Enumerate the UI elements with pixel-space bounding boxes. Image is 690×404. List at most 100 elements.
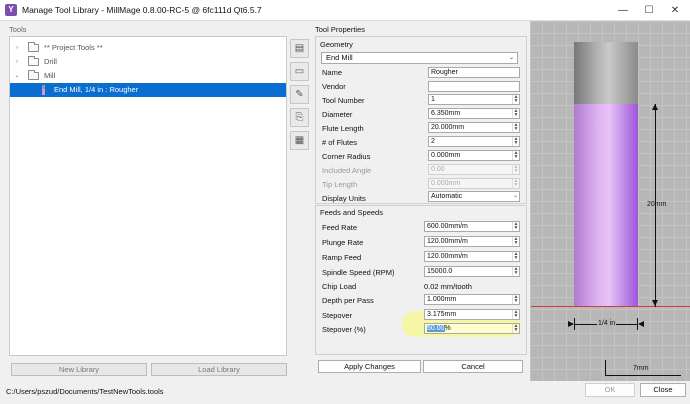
spinner-icon: ▲ ▼ (512, 164, 519, 174)
ok-button[interactable]: OK (585, 383, 635, 397)
diameter-extension-line (574, 318, 575, 330)
chip-load-label: Chip Load (322, 282, 357, 291)
geometry-title: Geometry (320, 40, 353, 49)
diameter-field[interactable]: 6.350mm ▲ ▼ (428, 108, 520, 119)
vendor-field[interactable] (428, 81, 520, 92)
end-mill-icon (42, 85, 45, 95)
spinner-icon[interactable]: ▲ ▼ (512, 123, 519, 132)
spindle-speed-label: Spindle Speed (RPM) (322, 268, 395, 277)
add-folder-icon[interactable]: ▭ (290, 62, 309, 81)
depth-per-pass-label: Depth per Pass (322, 296, 374, 305)
load-library-button[interactable]: Load Library (151, 363, 287, 376)
arrow-down-icon (652, 300, 658, 306)
spinner-icon: ▲ ▼ (512, 178, 519, 188)
chevron-right-icon[interactable]: › (13, 41, 21, 55)
chevron-down-icon: ⌄ (508, 55, 514, 61)
tools-label: Tools (9, 25, 27, 34)
depth-per-pass-field[interactable]: 1.000mm ▲ ▼ (424, 294, 520, 305)
tree-item-label: End Mill, 1/4 in : Rougher (54, 85, 139, 94)
name-field[interactable]: Rougher (428, 67, 520, 78)
edit-icon[interactable]: ✎ (290, 85, 309, 104)
folder-icon (28, 56, 39, 66)
stepover-pct-field[interactable]: 50.00% ▲ ▼ (424, 323, 520, 334)
spinner-icon[interactable]: ▲ ▼ (512, 237, 519, 246)
folder-icon (28, 70, 39, 80)
chevron-down-icon: ⌄ (512, 193, 519, 199)
flutes-value: 2 (431, 138, 435, 145)
tree-item-mill[interactable]: ⌄ Mill (10, 69, 286, 83)
chevron-down-icon[interactable]: ⌄ (13, 69, 21, 83)
tree-item-label: Drill (44, 57, 57, 66)
spinner-icon[interactable]: ▲ ▼ (512, 222, 519, 231)
add-tool-icon[interactable]: ▤ (290, 39, 309, 58)
spinner-icon[interactable]: ▲ ▼ (512, 109, 519, 118)
feed-rate-label: Feed Rate (322, 223, 358, 232)
stepover-field[interactable]: 3.175mm ▲ ▼ (424, 309, 520, 320)
window-title: Manage Tool Library - MillMage 0.8.00-RC… (22, 5, 262, 15)
spindle-speed-field[interactable]: 15000.0 ▲ ▼ (424, 266, 520, 277)
flutes-field[interactable]: 2 ▲ ▼ (428, 136, 520, 147)
close-button[interactable]: Close (640, 383, 686, 397)
stepover-label: Stepover (322, 311, 353, 320)
tree-item-project-tools[interactable]: › ** Project Tools ** (10, 41, 286, 55)
tree-item-end-mill-rougher[interactable]: End Mill, 1/4 in : Rougher (10, 83, 286, 97)
tool-number-field[interactable]: 1 ▲ ▼ (428, 94, 520, 105)
maximize-icon[interactable]: ☐ (636, 0, 662, 21)
spinner-icon[interactable]: ▲ ▼ (512, 324, 519, 333)
close-window-icon[interactable]: ✕ (662, 0, 688, 21)
tool-number-label: Tool Number (322, 96, 365, 105)
spinner-icon[interactable]: ▲ ▼ (512, 137, 519, 146)
plunge-rate-field[interactable]: 120.00mm/m ▲ ▼ (424, 236, 520, 247)
diameter-dimension-text: 1/4 in (597, 320, 617, 327)
spinner-icon[interactable]: ▲ ▼ (512, 95, 519, 104)
tool-type-select[interactable]: End Mill ⌄ (321, 52, 518, 64)
diameter-label: Diameter (322, 110, 353, 119)
scale-bar-text: 7mm (633, 365, 649, 372)
spinner-icon[interactable]: ▲ ▼ (512, 151, 519, 160)
display-units-select[interactable]: Automatic ⌄ (428, 191, 520, 202)
tool-type-value: End Mill (326, 53, 353, 62)
library-path: C:/Users/pszud/Documents/TestNewTools.to… (6, 387, 164, 396)
ramp-feed-field[interactable]: 120.00mm/m ▲ ▼ (424, 251, 520, 262)
tool-tree[interactable]: › ** Project Tools ** › Drill ⌄ Mill End… (9, 36, 287, 356)
vendor-label: Vendor (322, 82, 346, 91)
feed-rate-field[interactable]: 600.00mm/m ▲ ▼ (424, 221, 520, 232)
stepover-pct-unit: % (444, 325, 451, 332)
paste-icon[interactable]: ▦ (290, 131, 309, 150)
included-angle-field: 0.00 ▲ ▼ (428, 164, 520, 175)
tip-length-field: 0.000mm ▲ ▼ (428, 178, 520, 189)
apply-changes-button[interactable]: Apply Changes (318, 360, 421, 373)
spindle-speed-value: 15000.0 (427, 268, 453, 275)
stepover-value: 3.175mm (427, 311, 457, 318)
chevron-right-icon[interactable]: › (13, 55, 21, 69)
new-library-button[interactable]: New Library (11, 363, 147, 376)
tool-number-value: 1 (431, 96, 435, 103)
minimize-icon[interactable]: — (610, 0, 636, 21)
stepover-pct-label: Stepover (%) (322, 325, 366, 334)
spinner-icon[interactable]: ▲ ▼ (512, 295, 519, 304)
app-logo-icon: Y (5, 4, 17, 16)
display-units-label: Display Units (322, 194, 366, 203)
tool-flutes-graphic (574, 104, 638, 307)
tip-length-label: Tip Length (322, 180, 358, 189)
depth-per-pass-value: 1.000mm (427, 296, 457, 303)
included-angle-label: Included Angle (322, 166, 372, 175)
diameter-value: 6.350mm (431, 110, 461, 117)
folder-icon (28, 42, 39, 52)
spinner-icon[interactable]: ▲ ▼ (512, 267, 519, 276)
chip-load-value: 0.02 mm/tooth (424, 282, 472, 291)
scale-bar-left (605, 360, 606, 376)
flute-length-label: Flute Length (322, 124, 364, 133)
flute-length-field[interactable]: 20.000mm ▲ ▼ (428, 122, 520, 133)
feed-rate-value: 600.00mm/m (427, 223, 468, 230)
feeds-speeds-title: Feeds and Speeds (320, 208, 383, 217)
copy-icon[interactable]: ⎘ (290, 108, 309, 127)
tree-item-drill[interactable]: › Drill (10, 55, 286, 69)
corner-radius-field[interactable]: 0.000mm ▲ ▼ (428, 150, 520, 161)
spinner-icon[interactable]: ▲ ▼ (512, 252, 519, 261)
arrow-left-icon (638, 321, 644, 327)
name-value: Rougher (431, 69, 458, 76)
spinner-icon[interactable]: ▲ ▼ (512, 310, 519, 319)
tool-properties-title: Tool Properties (315, 25, 366, 34)
cancel-button[interactable]: Cancel (423, 360, 523, 373)
